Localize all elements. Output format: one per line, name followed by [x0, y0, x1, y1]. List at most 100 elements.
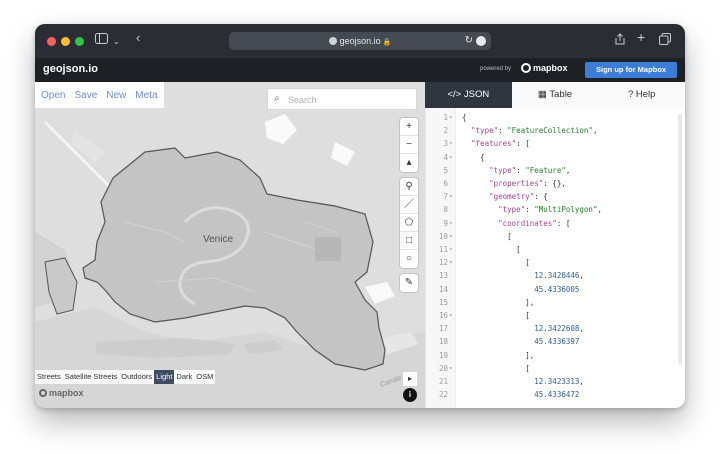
plus-icon[interactable]: +	[637, 30, 645, 44]
fold-icon[interactable]: ▾	[449, 244, 453, 256]
line-icon[interactable]: ／	[400, 196, 418, 214]
fold-icon[interactable]: ▾	[449, 310, 453, 322]
tab-table[interactable]: ▦ Table	[511, 82, 599, 108]
zoom-in-icon[interactable]: +	[400, 118, 418, 136]
code-text: "coordinates": [	[498, 218, 571, 228]
code-text: ],	[462, 297, 535, 307]
style-osm[interactable]: OSM	[194, 370, 215, 384]
close-window-button[interactable]	[47, 37, 56, 46]
line-number: 8	[443, 205, 448, 215]
code-line[interactable]: 22 45.4336472	[426, 389, 685, 401]
zoom-out-icon[interactable]: −	[400, 136, 418, 154]
extension-icon[interactable]	[476, 36, 486, 46]
code-line[interactable]: 14 45.4336005	[426, 284, 685, 296]
code-text: 12.3420446,	[534, 271, 584, 281]
fold-icon[interactable]: ▾	[449, 138, 453, 150]
line-number: 5	[443, 165, 448, 175]
line-number: 12	[438, 258, 448, 268]
fold-icon[interactable]: ▾	[449, 191, 453, 203]
map-view[interactable]: Canale Open Save New Meta ⌕ + − ▴ ⚲ ／ ⬠ …	[35, 82, 425, 408]
style-light[interactable]: Light	[154, 370, 175, 384]
code-text: ],	[462, 350, 535, 360]
code-line[interactable]: 17 12.3422608,	[426, 323, 685, 335]
address-bar[interactable]: geojson.io 🔒 ↻	[229, 32, 491, 50]
chevron-down-icon[interactable]: ⌄	[113, 35, 120, 49]
minimize-window-button[interactable]	[61, 37, 70, 46]
rectangle-icon[interactable]: □	[400, 232, 418, 250]
code-text: "geometry": {	[489, 192, 548, 202]
code-text: {	[462, 152, 485, 162]
style-satellite-streets[interactable]: Satellite Streets	[63, 370, 120, 384]
style-streets[interactable]: Streets	[35, 370, 63, 384]
fold-icon[interactable]: ▾	[449, 218, 453, 230]
code-line[interactable]: 4 ▾ {	[426, 152, 685, 164]
code-text: "features": [	[471, 139, 530, 149]
code-line[interactable]: 19 ],	[426, 350, 685, 362]
code-line[interactable]: 15 ],	[426, 297, 685, 309]
fold-icon[interactable]: ▾	[449, 112, 453, 124]
search-icon: ⌕	[274, 93, 280, 104]
mapbox-logo[interactable]: mapbox	[521, 63, 568, 73]
tabs-icon[interactable]	[659, 33, 671, 48]
reload-icon[interactable]: ↻	[465, 32, 473, 50]
code-line[interactable]: 1 ▾ {	[426, 112, 685, 124]
meta-menu[interactable]: Meta	[135, 90, 157, 101]
line-number: 16	[438, 311, 448, 320]
fold-icon[interactable]: ▾	[449, 152, 453, 164]
powered-by-text: powered by	[480, 66, 512, 72]
code-line[interactable]: 8 "type": "MultiPolygon",	[426, 204, 685, 216]
table-icon: ▦	[537, 89, 547, 100]
open-menu[interactable]: Open	[41, 90, 65, 101]
code-line[interactable]: 6 "properties": {},	[426, 178, 685, 190]
code-line[interactable]: 3 ▾ "features": [	[426, 138, 685, 150]
sidebar-icon[interactable]	[95, 33, 108, 47]
code-line[interactable]: 5 "type": "Feature",	[426, 165, 685, 177]
search-input[interactable]	[288, 92, 408, 107]
code-line[interactable]: 20 ▾ [	[426, 363, 685, 375]
fold-icon[interactable]: ▾	[449, 231, 453, 243]
code-line[interactable]: 16 ▾ [	[426, 310, 685, 322]
tab-table-label: Table	[549, 89, 573, 100]
tab-json[interactable]: </> JSON	[425, 82, 512, 108]
save-menu[interactable]: Save	[74, 90, 97, 101]
browser-toolbar: ⌄ ‹ geojson.io 🔒 ↻ +	[35, 24, 685, 58]
line-number: 17	[438, 324, 448, 334]
code-line[interactable]: 10 ▾ [	[426, 231, 685, 243]
panel-tabs: </> JSON ▦ Table ? Help	[425, 82, 685, 108]
style-dark[interactable]: Dark	[174, 370, 194, 384]
json-editor[interactable]: 1 ▾{2 "type": "FeatureCollection", 3 ▾ "fea…	[425, 108, 685, 408]
back-icon[interactable]: ‹	[136, 31, 140, 45]
compass-icon[interactable]: ▴	[400, 154, 418, 172]
mapbox-attribution[interactable]: mapbox	[39, 388, 84, 398]
code-line[interactable]: 2 "type": "FeatureCollection",	[426, 125, 685, 137]
code-line[interactable]: 9 ▾ "coordinates": [	[426, 218, 685, 230]
style-outdoors[interactable]: Outdoors	[119, 370, 154, 384]
expand-icon[interactable]: ▸	[403, 372, 417, 386]
maximize-window-button[interactable]	[75, 37, 84, 46]
code-line[interactable]: 7 ▾ "geometry": {	[426, 191, 685, 203]
code-line[interactable]: 18 45.4336397	[426, 336, 685, 348]
fold-icon[interactable]: ▾	[449, 257, 453, 269]
code-line[interactable]: 12 ▾ [	[426, 257, 685, 269]
signup-button[interactable]: Sign up for Mapbox	[585, 62, 677, 78]
polygon-icon[interactable]: ⬠	[400, 214, 418, 232]
circle-icon[interactable]: ○	[400, 250, 418, 268]
app-logo[interactable]: geojson.io	[43, 63, 98, 75]
tab-help[interactable]: ? Help	[598, 82, 685, 108]
code-text: 12.3422608,	[534, 324, 584, 334]
edit-icon[interactable]: ✎	[400, 274, 418, 292]
fold-icon[interactable]: ▾	[449, 363, 453, 375]
file-menu: Open Save New Meta	[35, 82, 164, 108]
marker-icon[interactable]: ⚲	[400, 178, 418, 196]
new-menu[interactable]: New	[106, 90, 126, 101]
map-canvas[interactable]: Canale	[35, 82, 425, 408]
info-icon[interactable]: i	[403, 388, 417, 402]
line-number: 10	[438, 231, 448, 241]
code-line[interactable]: 11 ▾ [	[426, 244, 685, 256]
code-line[interactable]: 13 12.3420446,	[426, 270, 685, 282]
share-icon[interactable]	[615, 33, 625, 48]
code-text: 45.4336005	[534, 284, 580, 294]
line-number: 6	[443, 179, 448, 188]
code-text: [	[462, 258, 530, 268]
code-line[interactable]: 21 12.3423313,	[426, 376, 685, 388]
